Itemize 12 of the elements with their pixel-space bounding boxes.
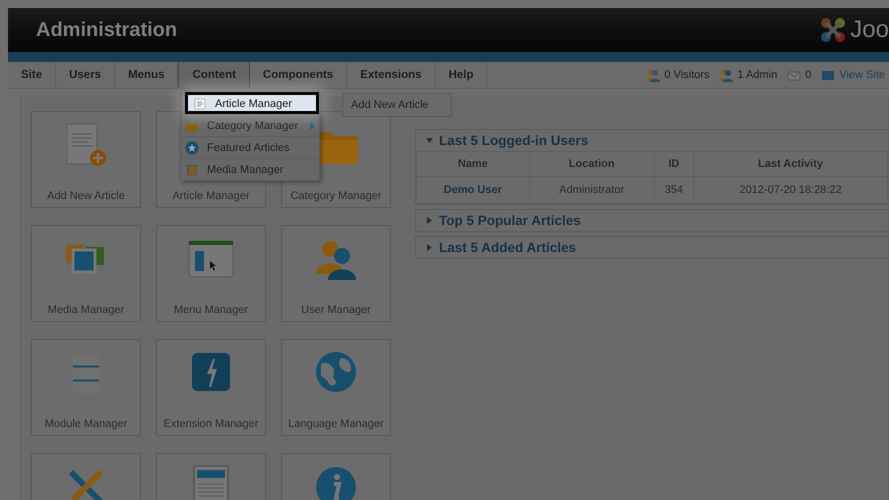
page-title: Administration bbox=[36, 18, 178, 42]
column-header: Location bbox=[529, 152, 654, 176]
column-header: ID bbox=[654, 152, 694, 176]
table-cell: 354 bbox=[654, 176, 694, 204]
column-header: Name bbox=[416, 152, 530, 176]
column-header: Last Activity bbox=[694, 152, 888, 176]
status-text: 1 Admin bbox=[737, 69, 778, 81]
logo-text: Joo bbox=[850, 16, 889, 44]
status-text: 0 Visitors bbox=[664, 69, 710, 81]
table-cell: 2012-07-20 18:28:22 bbox=[694, 176, 888, 204]
status-text: 0 bbox=[805, 69, 812, 81]
table-cell: Administrator bbox=[529, 176, 654, 204]
